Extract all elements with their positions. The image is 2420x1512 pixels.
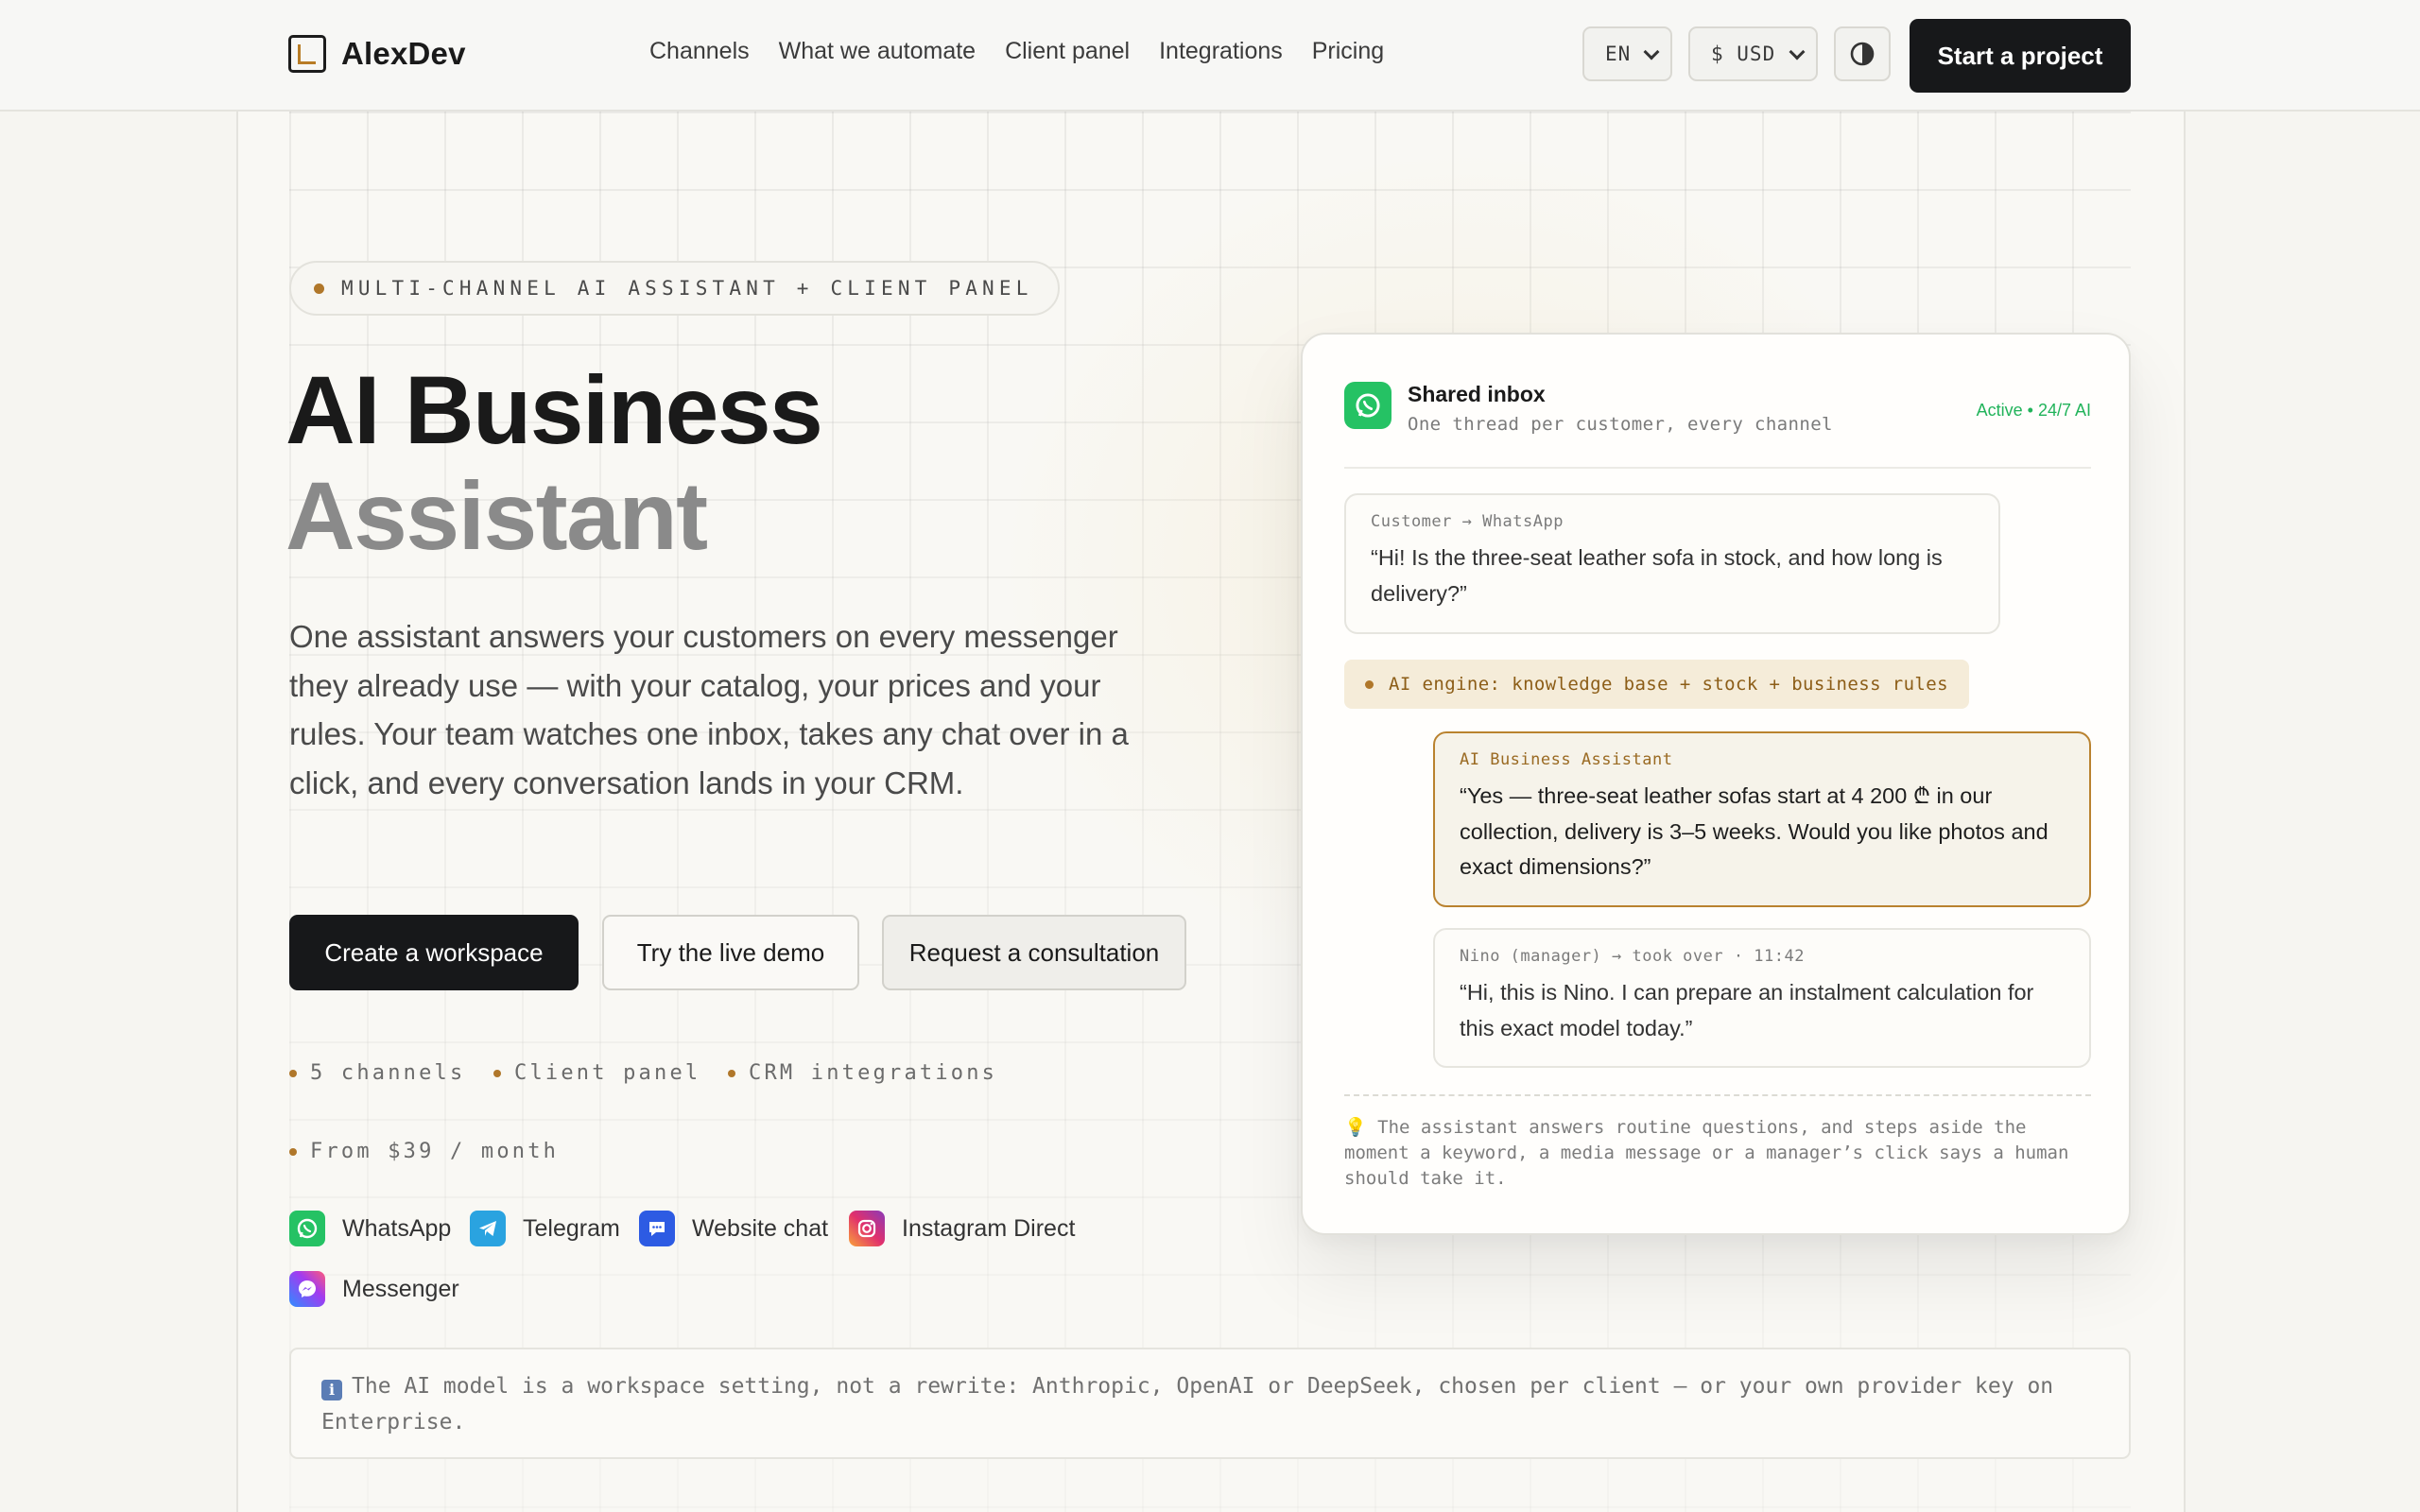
nav-link-client-panel[interactable]: Client panel xyxy=(1005,38,1130,65)
contrast-icon xyxy=(1850,42,1875,66)
eyebrow-text: MULTI-CHANNEL AI ASSISTANT + CLIENT PANE… xyxy=(341,277,1033,300)
manager-message: Nino (manager) → took over · 11:42 “Hi, … xyxy=(1433,928,2091,1068)
hero-title: AI Business Assistant xyxy=(285,356,823,570)
bullet-icon xyxy=(728,1069,735,1077)
live-demo-button[interactable]: Try the live demo xyxy=(602,915,859,990)
ai-engine-badge: AI engine: knowledge base + stock + busi… xyxy=(1344,660,1969,709)
logo-mark-icon xyxy=(288,35,326,73)
hero-title-line1: AI Business xyxy=(285,356,823,464)
nav-link-what-we-automate[interactable]: What we automate xyxy=(779,38,976,65)
eyebrow-pill: MULTI-CHANNEL AI ASSISTANT + CLIENT PANE… xyxy=(289,261,1060,316)
top-navigation-bar: AlexDev Channels What we automate Client… xyxy=(0,0,2420,112)
currency-select[interactable]: $ USD xyxy=(1688,26,1818,81)
feature-item: From $39 / month xyxy=(289,1140,559,1163)
feature-label: 5 channels xyxy=(310,1061,466,1085)
bullet-icon xyxy=(289,1147,297,1156)
chevron-down-icon xyxy=(1643,43,1660,60)
feature-label: Client panel xyxy=(514,1061,701,1085)
channel-instagram: Instagram Direct xyxy=(849,1211,1075,1246)
main-nav: Channels What we automate Client panel I… xyxy=(649,38,1384,65)
feature-label: CRM integrations xyxy=(749,1061,998,1085)
message-text: “Hi! Is the three-seat leather sofa in s… xyxy=(1371,545,1943,606)
inbox-title: Shared inbox xyxy=(1408,382,1546,406)
feature-item: 5 channels xyxy=(289,1061,465,1085)
language-select-value: EN xyxy=(1605,43,1632,65)
channel-label: Website chat xyxy=(692,1214,829,1242)
hero-lead: One assistant answers your customers on … xyxy=(289,619,1129,800)
channel-label: WhatsApp xyxy=(342,1214,452,1242)
bullet-icon xyxy=(289,1069,297,1077)
info-icon: i xyxy=(321,1380,342,1400)
logo-text: AlexDev xyxy=(341,36,466,71)
ai-engine-label: AI engine: knowledge base + stock + busi… xyxy=(1389,674,1948,695)
telegram-icon xyxy=(470,1211,506,1246)
divider xyxy=(1344,1094,2091,1096)
inbox-header: Shared inbox One thread per customer, ev… xyxy=(1344,382,2091,469)
message-tag: Nino (manager) → took over · 11:42 xyxy=(1460,947,1805,966)
shared-inbox-card: Shared inbox One thread per customer, ev… xyxy=(1301,333,2131,1235)
feature-item: Client panel xyxy=(493,1061,700,1085)
instagram-icon xyxy=(849,1211,885,1246)
nav-link-integrations[interactable]: Integrations xyxy=(1159,38,1283,65)
feature-label: From $39 / month xyxy=(310,1140,560,1163)
channel-telegram: Telegram xyxy=(470,1211,620,1246)
channel-website-chat: Website chat xyxy=(639,1211,828,1246)
logo[interactable]: AlexDev xyxy=(288,35,466,73)
channel-label: Messenger xyxy=(342,1275,459,1302)
ai-model-note: i The AI model is a workspace setting, no… xyxy=(289,1348,2131,1459)
theme-toggle-button[interactable] xyxy=(1834,26,1891,81)
currency-select-value: $ USD xyxy=(1711,43,1776,65)
ai-model-note-text: The AI model is a workspace setting, not… xyxy=(321,1374,2054,1435)
handoff-note-text: The assistant answers routine questions,… xyxy=(1344,1117,2069,1189)
handoff-note: 💡 The assistant answers routine question… xyxy=(1344,1115,2100,1192)
message-text: “Hi, this is Nino. I can prepare an inst… xyxy=(1460,980,2034,1040)
message-tag: AI Business Assistant xyxy=(1460,750,1673,769)
nav-link-channels[interactable]: Channels xyxy=(649,38,750,65)
inbox-subtitle: One thread per customer, every channel xyxy=(1408,414,1833,435)
bullet-icon xyxy=(1365,679,1374,689)
start-project-button[interactable]: Start a project xyxy=(1910,19,2131,93)
channel-messenger: Messenger xyxy=(289,1271,459,1307)
nav-link-pricing[interactable]: Pricing xyxy=(1312,38,1384,65)
messenger-icon xyxy=(289,1271,325,1307)
message-tag: Customer → WhatsApp xyxy=(1371,512,1564,531)
bullet-icon xyxy=(493,1069,501,1077)
request-consultation-button[interactable]: Request a consultation xyxy=(882,915,1186,990)
channel-label: Instagram Direct xyxy=(902,1214,1076,1242)
status-badge: Active • 24/7 AI xyxy=(1976,401,2091,420)
assistant-message: AI Business Assistant “Yes — three-seat … xyxy=(1433,731,2091,907)
hero-title-line2: Assistant xyxy=(285,462,708,570)
chat-bubble-icon xyxy=(639,1211,675,1246)
eyebrow-dot-icon xyxy=(314,283,324,294)
language-select[interactable]: EN xyxy=(1582,26,1672,81)
feature-item: CRM integrations xyxy=(728,1061,997,1085)
message-text: “Yes — three-seat leather sofas start at… xyxy=(1460,783,2048,879)
whatsapp-icon xyxy=(1344,382,1392,429)
create-workspace-button[interactable]: Create a workspace xyxy=(289,915,579,990)
channel-label: Telegram xyxy=(523,1214,620,1242)
customer-message: Customer → WhatsApp “Hi! Is the three-se… xyxy=(1344,493,2000,634)
channel-whatsapp: WhatsApp xyxy=(289,1211,451,1246)
whatsapp-icon xyxy=(289,1211,325,1246)
chevron-down-icon xyxy=(1789,43,1806,60)
lightbulb-icon: 💡 xyxy=(1344,1117,1367,1138)
